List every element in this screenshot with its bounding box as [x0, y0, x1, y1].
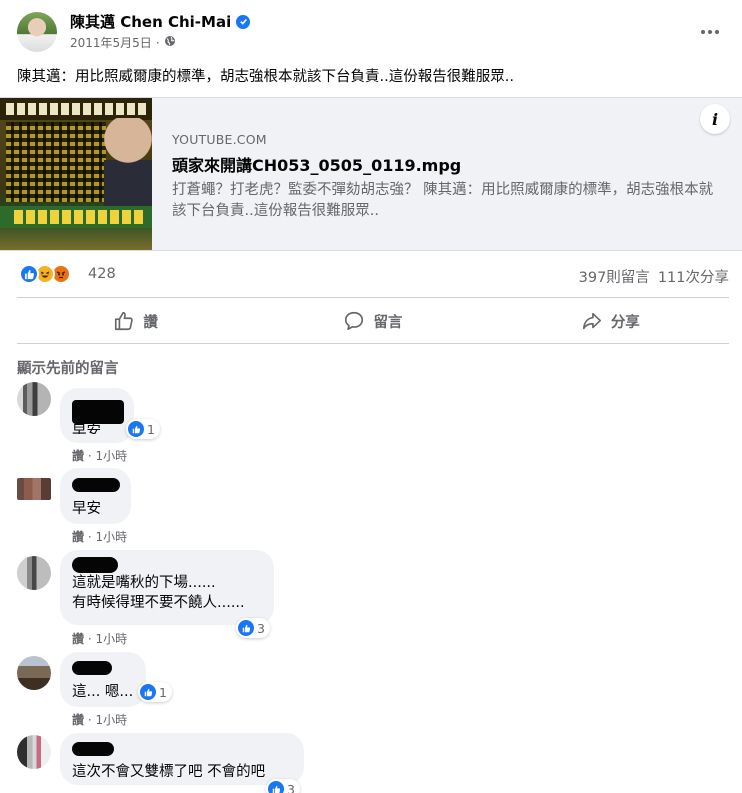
- comment-text: 這... 嗯...: [72, 684, 134, 700]
- shares-count[interactable]: 111次分享: [658, 266, 729, 287]
- comment-reaction-badge[interactable]: 3: [266, 779, 300, 793]
- redacted-name: [72, 478, 120, 492]
- share-button[interactable]: 分享: [492, 302, 729, 340]
- comment-meta: 讚 · 1小時: [72, 449, 128, 463]
- commenter-avatar[interactable]: [17, 735, 51, 769]
- like-icon: [238, 620, 254, 636]
- globe-icon: [164, 35, 176, 50]
- comment-reaction-badge[interactable]: 3: [236, 618, 270, 638]
- like-icon: [19, 264, 39, 284]
- post-action-bar: 讚 留言 分享: [17, 302, 729, 340]
- comment-like-link[interactable]: 讚: [72, 713, 84, 727]
- post-text: 陳其邁：用比照威爾康的標準，胡志強根本就該下台負責..這份報告很難服眾..: [17, 69, 514, 85]
- comment-like-count: 1: [159, 684, 167, 700]
- link-card-text: YOUTUBE.COM 頭家來開講CH053_0505_0119.mpg 打蒼蠅…: [172, 132, 727, 222]
- comment-time[interactable]: 1小時: [95, 530, 127, 544]
- post-date[interactable]: 2011年5月5日: [70, 34, 152, 51]
- video-thumbnail[interactable]: [0, 98, 152, 250]
- comment-meta: 讚 · 1小時: [72, 713, 128, 727]
- comment-item: 早安 讚 · 1小時: [17, 468, 729, 548]
- comment-bubble: 這次不會又雙標了吧 不會的吧: [60, 733, 304, 785]
- share-icon: [582, 312, 601, 330]
- comment-time[interactable]: 1小時: [95, 449, 127, 463]
- comment-time[interactable]: 1小時: [95, 632, 127, 646]
- redacted-name: [72, 742, 114, 756]
- more-options-icon[interactable]: [694, 20, 726, 44]
- link-title[interactable]: 頭家來開講CH053_0505_0119.mpg: [172, 152, 727, 176]
- comment-bubble: 這... 嗯...: [60, 652, 146, 707]
- share-button-label: 分享: [610, 314, 640, 331]
- comment-like-count: 3: [257, 620, 265, 636]
- post-stats: 397則留言 111次分享: [579, 266, 729, 287]
- divider: [17, 343, 729, 344]
- commenter-avatar[interactable]: [17, 656, 51, 690]
- comment-bubble: 早安: [60, 468, 131, 524]
- thumbs-up-icon: [115, 311, 134, 331]
- reactions-summary: 428 397則留言 111次分享: [17, 262, 729, 288]
- comment-like-count: 1: [147, 421, 155, 437]
- verified-badge-icon: [236, 14, 251, 29]
- author-name[interactable]: 陳其邁 Chen Chi-Mai: [70, 11, 231, 32]
- like-icon: [268, 781, 284, 793]
- link-domain: YOUTUBE.COM: [172, 132, 267, 147]
- comment-button[interactable]: 留言: [254, 302, 491, 340]
- comment-button-label: 留言: [373, 314, 403, 331]
- redacted-name: [72, 400, 124, 424]
- comment-like-link[interactable]: 讚: [72, 530, 84, 544]
- comment-text-line: 這就是嘴秋的下場......: [72, 575, 216, 591]
- comment-item: 這就是嘴秋的下場...... 有時候得理不要不饒人...... 3 讚 · 1小…: [17, 550, 729, 650]
- comment-like-link[interactable]: 讚: [72, 632, 84, 646]
- commenter-avatar[interactable]: [17, 556, 51, 590]
- commenter-avatar[interactable]: [17, 382, 51, 416]
- redacted-name: [72, 557, 118, 573]
- like-button-label: 讚: [143, 314, 158, 331]
- divider: [17, 297, 729, 298]
- view-previous-comments[interactable]: 顯示先前的留言: [17, 357, 119, 378]
- comment-reaction-badge[interactable]: 1: [126, 419, 160, 439]
- reaction-count[interactable]: 428: [88, 266, 116, 282]
- post-header: 陳其邁 Chen Chi-Mai 2011年5月5日 ·: [0, 0, 742, 60]
- comment-reaction-badge[interactable]: 1: [138, 682, 172, 702]
- post-meta: 2011年5月5日 ·: [70, 34, 176, 51]
- meta-dot: ·: [155, 35, 160, 50]
- reaction-icons[interactable]: [19, 264, 71, 284]
- like-icon: [128, 421, 144, 437]
- like-button[interactable]: 讚: [17, 302, 254, 340]
- author-name-row: 陳其邁 Chen Chi-Mai: [70, 11, 251, 32]
- comment-meta: 讚 · 1小時: [72, 530, 128, 544]
- comment-item: 這次不會又雙標了吧 不會的吧 3: [17, 733, 729, 793]
- comment-time[interactable]: 1小時: [95, 713, 127, 727]
- comment-meta: 讚 · 1小時: [72, 632, 128, 646]
- info-icon[interactable]: i: [700, 104, 730, 134]
- like-icon: [140, 684, 156, 700]
- comment-bubble: 這就是嘴秋的下場...... 有時候得理不要不饒人......: [60, 550, 274, 625]
- commenter-avatar[interactable]: [17, 478, 51, 500]
- author-avatar[interactable]: [17, 12, 57, 52]
- comment-text-line: 有時候得理不要不饒人......: [72, 595, 245, 611]
- comment-like-count: 3: [287, 781, 295, 793]
- comment-text: 早安: [72, 424, 101, 434]
- comment-bubble: 早安: [60, 388, 134, 443]
- comments-count[interactable]: 397則留言: [579, 266, 650, 287]
- comment-item: 早安 1 讚 · 1小時: [17, 382, 729, 467]
- comment-text: 這次不會又雙標了吧 不會的吧: [72, 764, 266, 780]
- redacted-name: [72, 661, 112, 675]
- comment-like-link[interactable]: 讚: [72, 449, 84, 463]
- comment-text: 早安: [72, 501, 101, 517]
- link-preview-card[interactable]: YOUTUBE.COM 頭家來開講CH053_0505_0119.mpg 打蒼蠅…: [0, 97, 742, 251]
- comment-item: 這... 嗯... 1 讚 · 1小時: [17, 652, 729, 732]
- link-description: 打蒼蠅？打老虎？監委不彈劾胡志強？ 陳其邁：用比照威爾康的標準，胡志強根本就該下…: [172, 182, 714, 219]
- comment-icon: [345, 311, 364, 331]
